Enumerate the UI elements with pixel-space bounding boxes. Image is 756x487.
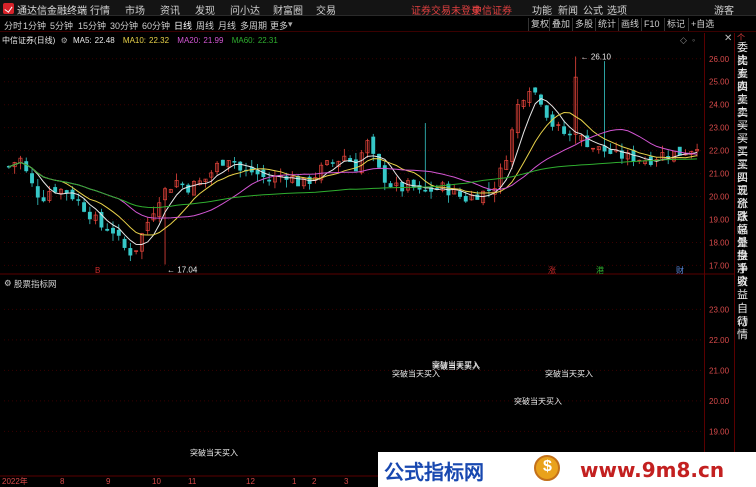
buy-signal-label: 突破当天买入 [190, 448, 238, 458]
candle-body [122, 238, 127, 248]
indicator-gear-icon[interactable]: ⚙ [4, 278, 12, 289]
sub-y-axis-label: 19.00 [709, 427, 730, 436]
candle-body [602, 145, 607, 152]
x-axis-label: 2022年 [2, 476, 28, 486]
candle-body [267, 179, 272, 182]
candle-body [677, 146, 682, 156]
candle-body [562, 126, 567, 134]
candle-body [544, 105, 549, 118]
sub-y-axis-label: 21.00 [709, 366, 730, 375]
event-marker: 财 [676, 265, 684, 275]
candle-body [24, 161, 29, 172]
candle-body [458, 191, 462, 197]
candle-body [70, 189, 75, 200]
candle-body [116, 229, 121, 236]
candle-body [87, 211, 92, 220]
candle-body [76, 199, 81, 201]
candle-body [353, 159, 358, 172]
candle-body [82, 202, 87, 212]
candle-body [35, 186, 40, 198]
ma60-line [8, 158, 698, 209]
candle-body [220, 159, 225, 166]
y-axis-label: 21.00 [709, 170, 730, 179]
x-axis-label: 12 [246, 477, 255, 486]
event-marker: 涨 [548, 265, 556, 275]
y-axis-label: 23.00 [709, 124, 730, 133]
coin-icon [534, 455, 560, 481]
x-axis-label: 10 [152, 477, 161, 486]
sub-y-axis-label: 22.00 [709, 336, 730, 345]
candle-body [463, 195, 468, 202]
x-axis-label: 3 [344, 477, 349, 486]
candle-body [128, 248, 133, 256]
candlestick-chart[interactable]: 26.00 25.00 24.00 23.00 22.00 21.00 20.00 19.00… [0, 0, 756, 487]
y-axis-label: 26.00 [709, 55, 730, 64]
sub-y-axis-label: 20.00 [709, 397, 730, 406]
x-axis-label: 2 [312, 477, 317, 486]
y-axis-label: 25.00 [709, 78, 730, 87]
candle-body [666, 156, 671, 158]
buy-signal-label: 突破当天买入 [545, 368, 593, 378]
ma5-line [8, 98, 698, 246]
candle-body [232, 161, 237, 163]
candle-body [567, 133, 572, 136]
panel-quotes[interactable]: 行情 [737, 316, 756, 342]
candle-body [41, 197, 46, 202]
high-price-label: ← 26.10 [581, 52, 612, 61]
event-marker: B [95, 266, 100, 275]
candle-body [423, 189, 428, 192]
low-price-label: ← 17.04 [167, 265, 198, 274]
buy-signal-label: 突破当天买入 [514, 396, 562, 406]
candle-body [53, 187, 58, 193]
watermark-banner: 公式指标网 www.9m8.cn [378, 452, 756, 487]
panel-earnings: 收益 [737, 276, 748, 301]
candle-body [371, 136, 376, 154]
candle-body [30, 173, 34, 184]
candle-body [388, 183, 393, 188]
watermark-right-text: www.9m8.cn [580, 458, 725, 482]
indicator-title: 股票指标网 [14, 279, 57, 289]
watermark-left-text: 公式指标网 [384, 460, 484, 484]
candle-body [105, 228, 110, 231]
y-axis-label: 20.00 [709, 193, 730, 202]
y-axis-label: 18.00 [709, 238, 730, 247]
candle-body [330, 162, 335, 164]
event-marker: 港 [596, 265, 604, 275]
axis-divider [704, 33, 705, 487]
candle-body [377, 153, 381, 168]
candle-body [296, 176, 301, 187]
x-axis-label: 11 [188, 477, 197, 486]
trading-terminal: 通达信金融终端 行情 市场 资讯 发现 问小达 财富圈 交易 证券交易未登录 中… [0, 0, 756, 487]
x-axis-label: 1 [292, 477, 297, 486]
candle-body [111, 227, 115, 234]
sub-y-axis-label: 23.00 [709, 305, 730, 314]
candle-body [255, 170, 260, 175]
x-axis-label: 8 [60, 477, 65, 486]
quote-side-panel: 个 委比 卖五 卖四 卖三 卖二 卖一 买一 买二 买三 买四 买五 现价 涨跌… [734, 33, 756, 487]
candle-body [486, 189, 491, 191]
candle-body [608, 149, 613, 154]
y-axis-label: 22.00 [709, 147, 730, 156]
candle-body [400, 181, 405, 192]
buy-signal-overlap: 突破当天买入 [432, 361, 480, 371]
y-axis-label: 24.00 [709, 101, 730, 110]
y-axis-label: 19.00 [709, 215, 730, 224]
y-axis-label: 17.00 [709, 261, 730, 270]
x-axis-label: 9 [106, 477, 111, 486]
candle-body [238, 161, 243, 171]
candle-body [533, 87, 538, 93]
candle-body [180, 183, 185, 186]
